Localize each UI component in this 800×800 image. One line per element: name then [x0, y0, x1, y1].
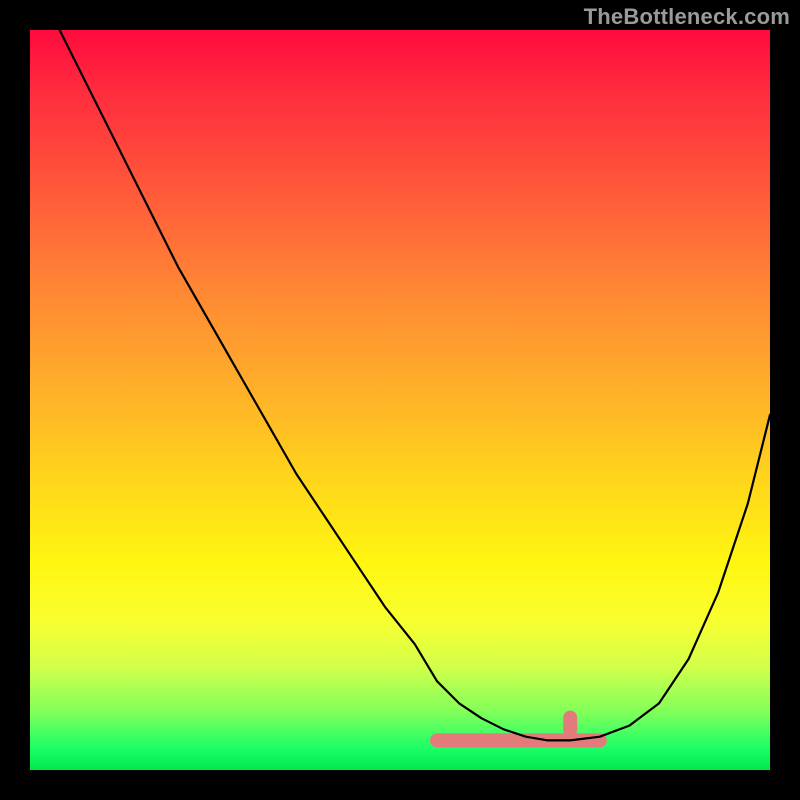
chart-svg: [30, 30, 770, 770]
chart-stage: TheBottleneck.com: [0, 0, 800, 800]
watermark-text: TheBottleneck.com: [584, 4, 790, 30]
plot-area: [30, 30, 770, 770]
bottleneck-curve-line: [60, 30, 770, 740]
